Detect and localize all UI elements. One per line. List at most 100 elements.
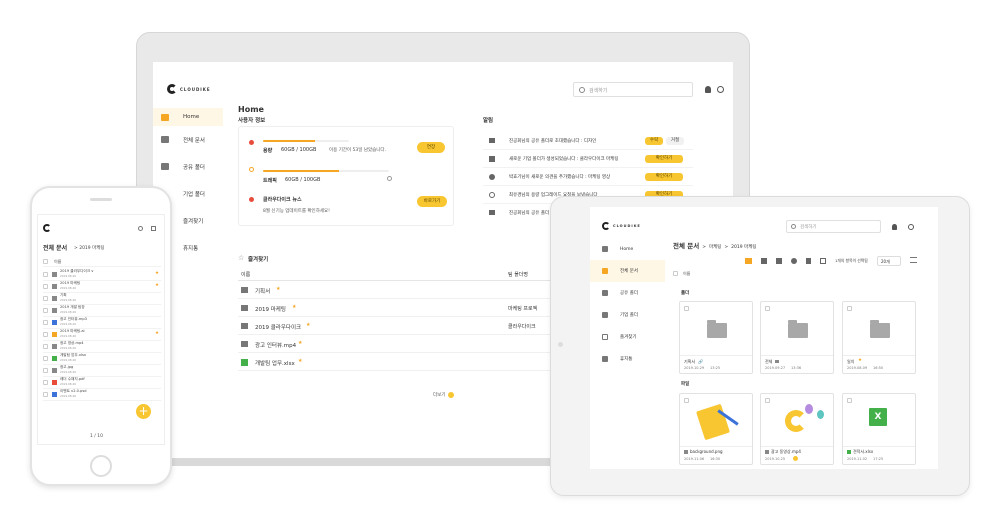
row-checkbox[interactable] <box>43 296 48 301</box>
list-item[interactable]: 2019 클라우다이크 v 2019.08.26 ★ <box>43 269 161 281</box>
sidebar-item-shared[interactable]: 공유 폴더 <box>590 282 665 304</box>
sidebar-item-favorites[interactable]: 즐겨찾기 <box>590 326 665 348</box>
list-item[interactable]: 레더 수채지.pdf 2019.08.26 <box>43 377 161 389</box>
favorite-star-icon[interactable]: ★ <box>155 283 159 288</box>
col-name[interactable]: 이름 <box>241 271 250 278</box>
breadcrumb-mid[interactable]: 마케팅 <box>709 244 721 250</box>
page-size-select[interactable]: 20개 <box>877 256 901 266</box>
notification-item[interactable]: 새로운 기업 폴더가 생성되었습니다 : 클라우다이크 마케팅 확인하기 <box>483 150 693 168</box>
extend-button[interactable]: 연장 <box>417 142 445 153</box>
cloudike-logo-icon[interactable] <box>43 224 51 232</box>
grid-view-icon[interactable] <box>151 226 156 231</box>
table-row[interactable]: 2019 마케팅 ★ 마케팅 프로젝 <box>238 299 588 317</box>
upload-icon[interactable] <box>745 258 752 264</box>
bell-icon[interactable] <box>892 224 897 230</box>
folder-card[interactable]: 일치 ★ 2019.08.09 16:50 <box>842 301 916 374</box>
select-all-checkbox[interactable] <box>673 271 678 276</box>
card-checkbox[interactable] <box>684 306 689 311</box>
list-item[interactable]: 이벤트 v2.0.psd 2019.08.26 <box>43 389 161 401</box>
row-checkbox[interactable] <box>43 344 48 349</box>
select-all-checkbox[interactable] <box>43 259 48 264</box>
favorite-star-icon[interactable]: ★ <box>276 286 280 292</box>
row-checkbox[interactable] <box>43 272 48 277</box>
folder-card[interactable]: 전체 2019.09.27 13:36 <box>760 301 834 374</box>
favorite-star-icon[interactable]: ★ <box>306 322 310 328</box>
row-checkbox[interactable] <box>43 356 48 361</box>
row-checkbox[interactable] <box>43 284 48 289</box>
card-checkbox[interactable] <box>765 398 770 403</box>
phone-breadcrumb[interactable]: > 2019 마케팅 <box>74 245 105 251</box>
search-icon[interactable] <box>138 226 143 231</box>
table-row[interactable]: 광고 인터뷰.mp4 ★ <box>238 335 588 353</box>
list-item[interactable]: 2019 마케팅.ai 2019.08.26 ★ <box>43 329 161 341</box>
list-item[interactable]: 개발팀 업무.xlsx 2019.08.26 <box>43 353 161 365</box>
favorite-star-icon[interactable]: ★ <box>292 304 296 310</box>
sidebar-item-trash[interactable]: 휴지통 <box>590 348 665 370</box>
file-card[interactable]: X 견적서.xlsx 2019.11.02 17:25 <box>842 393 916 465</box>
download-icon[interactable] <box>761 258 767 264</box>
play-icon[interactable] <box>793 456 798 461</box>
more-link[interactable]: 더보기 <box>433 392 455 398</box>
favorite-star-icon[interactable]: ★ <box>155 271 159 276</box>
list-item[interactable]: 광고 인터뷰.mp3 2019.08.26 <box>43 317 161 329</box>
sidebar-item-company[interactable]: 기업 폴더 <box>590 304 665 326</box>
bell-icon[interactable] <box>705 86 711 93</box>
col-team[interactable]: 팀 폴더명 <box>508 271 528 278</box>
list-item[interactable]: 2019 개발 팀장 2019.08.26 <box>43 305 161 317</box>
notification-item[interactable]: 진공회님의 공유 폴더로 초대했습니다 : 디자인 수락 거절 <box>483 132 693 150</box>
profile-icon[interactable] <box>717 86 724 93</box>
copy-icon[interactable] <box>820 258 826 264</box>
search-input[interactable]: 검색하기 <box>800 224 817 230</box>
info-icon[interactable] <box>387 176 392 181</box>
favorite-star-icon[interactable]: ★ <box>858 358 862 363</box>
table-row[interactable]: 기획서 ★ <box>238 281 588 299</box>
confirm-button[interactable]: 확인하기 <box>645 173 683 181</box>
tablet-search-box[interactable]: 검색하기 <box>786 220 881 233</box>
list-item[interactable]: 광고 영상.mp4 2019.08.26 <box>43 341 161 353</box>
sort-label[interactable]: 이름 <box>683 271 690 277</box>
breadcrumb-root[interactable]: 전체 문서 <box>673 240 699 250</box>
sidebar-item-all-docs[interactable]: 전체 문서 <box>590 260 665 282</box>
list-item[interactable]: 2019 마케팅 2019.08.26 ★ <box>43 281 161 293</box>
row-checkbox[interactable] <box>43 392 48 397</box>
card-checkbox[interactable] <box>847 306 852 311</box>
file-card[interactable]: 광고 동영상.mp4 2019.10.25 <box>760 393 834 465</box>
row-checkbox[interactable] <box>43 368 48 373</box>
card-checkbox[interactable] <box>684 398 689 403</box>
sidebar-item-home[interactable]: Home <box>590 238 665 260</box>
row-checkbox[interactable] <box>43 320 48 325</box>
col-name[interactable]: 이름 <box>54 259 61 265</box>
move-icon[interactable] <box>776 258 782 264</box>
search-box[interactable]: 검색하기 <box>573 82 693 97</box>
row-checkbox[interactable] <box>43 332 48 337</box>
card-checkbox[interactable] <box>765 306 770 311</box>
go-news-button[interactable]: 바로가기 <box>417 196 447 207</box>
search-input[interactable]: 검색하기 <box>589 87 607 94</box>
table-row[interactable]: 개발팀 업무.xlsx ★ <box>238 353 588 371</box>
list-item[interactable]: 광고.jpg 2019.08.26 <box>43 365 161 377</box>
row-checkbox[interactable] <box>43 380 48 385</box>
profile-icon[interactable] <box>908 224 914 230</box>
favorite-star-icon[interactable]: ★ <box>298 340 302 346</box>
delete-icon[interactable] <box>806 258 811 264</box>
app-logo[interactable]: CLOUDIKE <box>167 84 211 94</box>
accept-button[interactable]: 수락 <box>645 137 663 145</box>
folder-card[interactable]: 기획서 🔗 2019.10.29 13:25 <box>679 301 753 374</box>
list-item[interactable]: 기획 2019.08.26 <box>43 293 161 305</box>
sidebar-item-all-docs[interactable]: 전체 문서 <box>153 126 223 153</box>
tablet-logo[interactable]: CLOUDIKE <box>602 222 641 230</box>
sidebar-item-shared[interactable]: 공유 폴더 <box>153 153 223 180</box>
add-button[interactable]: + <box>136 404 151 419</box>
decline-button[interactable]: 거절 <box>666 137 684 145</box>
row-checkbox[interactable] <box>43 308 48 313</box>
table-row[interactable]: 2019 클라우다이크 ★ 클라우다이크 <box>238 317 588 335</box>
confirm-button[interactable]: 확인하기 <box>645 155 683 163</box>
share-icon[interactable] <box>791 258 797 264</box>
list-view-icon[interactable] <box>910 257 917 263</box>
card-checkbox[interactable] <box>847 398 852 403</box>
file-card[interactable]: background.png 2019.11.06 16:30 <box>679 393 753 465</box>
favorite-star-icon[interactable]: ★ <box>298 358 302 364</box>
sidebar-item-home[interactable]: Home <box>153 108 223 126</box>
favorite-star-icon[interactable]: ★ <box>155 331 159 336</box>
notification-item[interactable]: 박효기님이 새로운 의견을 추가했습니다 : 마케팅 영상 확인하기 <box>483 168 693 186</box>
